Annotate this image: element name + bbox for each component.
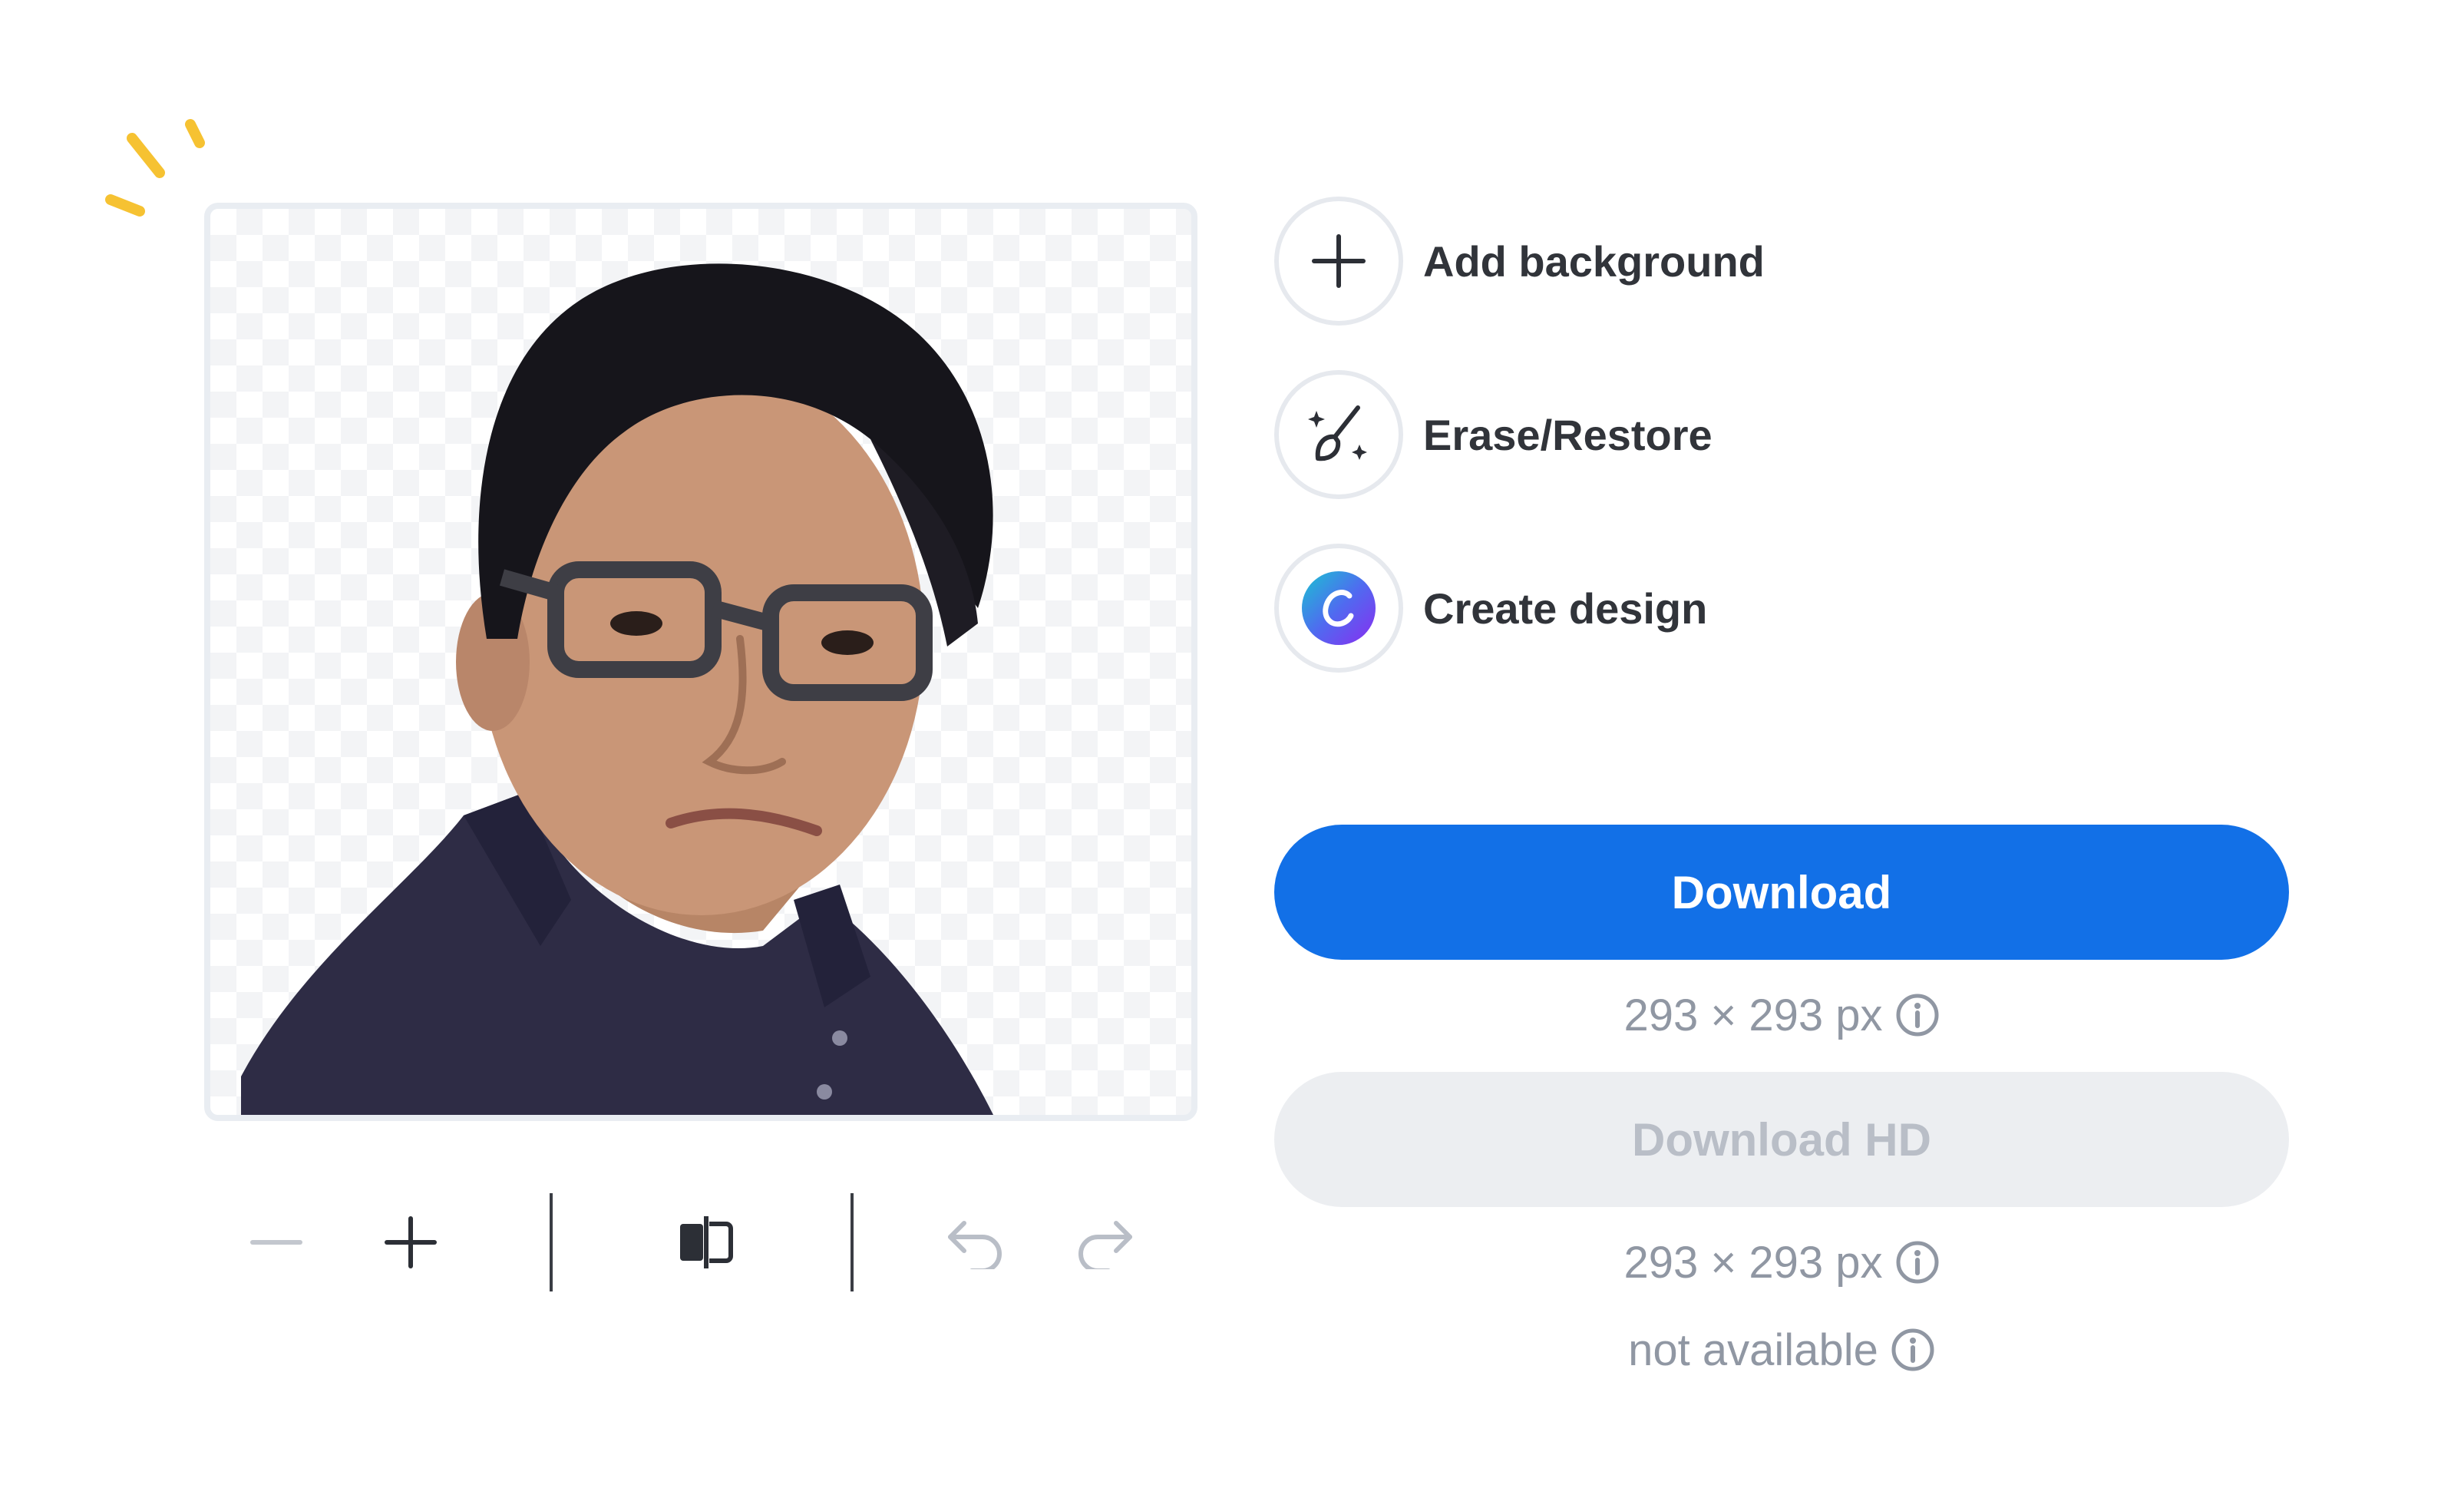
info-icon[interactable]: [1891, 1328, 1935, 1372]
undo-icon: [948, 1221, 1002, 1269]
download-hd-availability: not available: [1274, 1319, 2289, 1381]
download-size-info: 293 × 293 px: [1274, 984, 2289, 1046]
minus-icon: [250, 1240, 302, 1245]
info-icon[interactable]: [1895, 1240, 1940, 1285]
plus-icon: [385, 1216, 437, 1268]
plus-icon: [1312, 234, 1366, 288]
info-icon[interactable]: [1895, 993, 1940, 1037]
toolbar-divider: [851, 1193, 854, 1291]
download-hd-size-info: 293 × 293 px: [1274, 1232, 2289, 1293]
erase-restore-icon-circle: [1274, 370, 1403, 499]
magic-brush-icon: [1308, 405, 1367, 461]
download-size-text: 293 × 293 px: [1623, 990, 1883, 1040]
create-design-icon-circle: [1274, 544, 1403, 673]
redo-icon: [1078, 1221, 1132, 1269]
canva-logo-icon: [1302, 571, 1376, 645]
create-design-label: Create design: [1423, 584, 1708, 633]
add-background-icon-circle: [1274, 197, 1403, 326]
sparkle-decoration-icon: [105, 119, 205, 217]
compare-toggle-icon: [680, 1216, 733, 1268]
undo-button[interactable]: [936, 1189, 1013, 1296]
download-button[interactable]: Download: [1274, 825, 2289, 960]
download-hd-availability-text: not available: [1628, 1324, 1878, 1375]
download-hd-button[interactable]: Download HD: [1274, 1072, 2289, 1207]
compare-toggle-button[interactable]: [660, 1189, 752, 1296]
person-cutout-image: [241, 263, 993, 1115]
download-hd-size-text: 293 × 293 px: [1623, 1237, 1883, 1288]
image-preview: [204, 203, 1197, 1121]
create-design-action[interactable]: Create design: [1274, 539, 2042, 677]
redo-button[interactable]: [1067, 1189, 1144, 1296]
add-background-label: Add background: [1423, 236, 1765, 286]
preview-toolbar: [223, 1189, 1182, 1296]
add-background-action[interactable]: Add background: [1274, 192, 2042, 330]
toolbar-divider: [550, 1193, 553, 1291]
erase-restore-action[interactable]: Erase/Restore: [1274, 365, 2042, 504]
zoom-in-button[interactable]: [372, 1189, 449, 1296]
zoom-out-button[interactable]: [238, 1189, 315, 1296]
erase-restore-label: Erase/Restore: [1423, 410, 1713, 459]
